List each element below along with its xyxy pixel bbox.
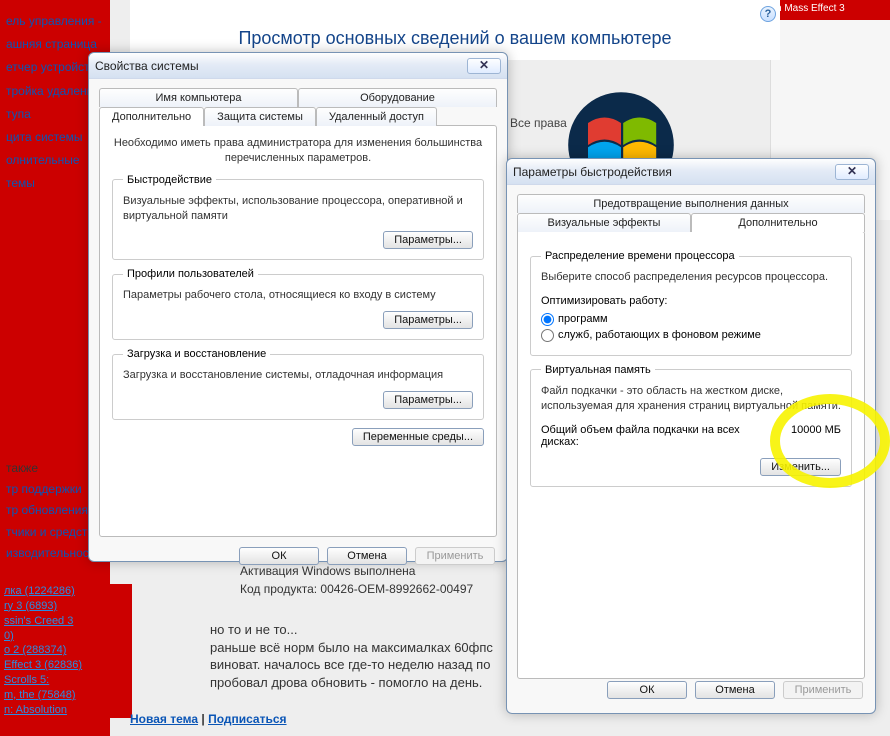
radio-programs-label: программ: [558, 313, 608, 325]
profiles-settings-button[interactable]: Параметры...: [383, 311, 473, 329]
optimize-label: Оптимизировать работу:: [541, 295, 841, 307]
env-vars-button[interactable]: Переменные среды...: [352, 428, 484, 446]
tab-row-1: Имя компьютера Оборудование: [89, 79, 507, 106]
radio-services-input[interactable]: [541, 329, 554, 342]
tab-advanced[interactable]: Дополнительно: [99, 107, 204, 126]
game-link[interactable]: ry 3 (6893): [2, 599, 132, 614]
close-button[interactable]: ✕: [467, 58, 501, 74]
title-fragment-game: n Mass Effect 3: [770, 0, 890, 20]
text-line: но то и не то...: [210, 621, 510, 639]
forum-post-fragment: но то и не то... раньше всё норм было на…: [210, 621, 510, 691]
game-link[interactable]: лка (1224286): [2, 584, 132, 599]
vmem-desc: Файл подкачки - это область на жестком д…: [541, 384, 841, 414]
tab-row-2: Визуальные эффекты Дополнительно: [507, 212, 875, 231]
tab-dep[interactable]: Предотвращение выполнения данных: [517, 194, 865, 213]
admin-note: Необходимо иметь права администратора дл…: [112, 136, 484, 166]
tab-panel-advanced: Необходимо иметь права администратора дл…: [99, 125, 497, 537]
tab-row-2: Дополнительно Защита системы Удаленный д…: [89, 106, 507, 125]
change-pagefile-button[interactable]: Изменить...: [760, 458, 841, 476]
ok-button[interactable]: ОК: [239, 547, 319, 565]
cpu-desc: Выберите способ распределения ресурсов п…: [541, 270, 841, 285]
game-link[interactable]: ssin's Creed 3: [2, 614, 132, 629]
dialog-title: Параметры быстродействия: [513, 165, 835, 179]
tab-advanced[interactable]: Дополнительно: [691, 213, 865, 232]
page-title: Просмотр основных сведений о вашем компь…: [130, 0, 780, 60]
rights-text: Все права: [510, 116, 567, 130]
cancel-button[interactable]: Отмена: [695, 681, 775, 699]
text-line: раньше всё норм было на максималках 60фп…: [210, 639, 510, 657]
bottom-links: Новая тема | Подписаться: [130, 712, 287, 726]
pagefile-total-value: 10000 МБ: [791, 424, 841, 436]
radio-services-label: служб, работающих в фоновом режиме: [558, 329, 761, 341]
dialog-title: Свойства системы: [95, 59, 467, 73]
system-properties-dialog: Свойства системы ✕ Имя компьютера Оборуд…: [88, 52, 508, 562]
game-link[interactable]: 0): [2, 629, 132, 644]
profiles-legend: Профили пользователей: [123, 268, 258, 280]
new-topic-link[interactable]: Новая тема: [130, 712, 198, 726]
apply-button[interactable]: Применить: [783, 681, 863, 699]
cpu-scheduling-group: Распределение времени процессора Выберит…: [530, 250, 852, 356]
startup-desc: Загрузка и восстановление системы, отлад…: [123, 368, 473, 383]
game-link[interactable]: Effect 3 (62836): [2, 658, 132, 673]
ok-button[interactable]: ОК: [607, 681, 687, 699]
performance-settings-button[interactable]: Параметры...: [383, 231, 473, 249]
tab-panel-advanced: Распределение времени процессора Выберит…: [517, 231, 865, 679]
pagefile-total-label: Общий объем файла подкачки на всех диска…: [541, 424, 751, 448]
profiles-group: Профили пользователей Параметры рабочего…: [112, 268, 484, 340]
help-icon[interactable]: ?: [760, 6, 776, 22]
radio-programs[interactable]: программ: [541, 313, 608, 326]
text-line: пробовал дрова обновить - помогло на ден…: [210, 674, 510, 692]
tab-system-protection[interactable]: Защита системы: [204, 107, 316, 126]
dialog-buttons: ОК Отмена Применить: [89, 537, 507, 575]
product-key: Код продукта: 00426-OEM-8992662-00497: [240, 580, 473, 598]
game-link[interactable]: Scrolls 5:: [2, 673, 132, 688]
titlebar[interactable]: Параметры быстродействия ✕: [507, 159, 875, 185]
dialog-buttons: ОК Отмена Применить: [595, 671, 875, 709]
close-button[interactable]: ✕: [835, 164, 869, 180]
game-link[interactable]: m, the (75848): [2, 688, 132, 703]
titlebar[interactable]: Свойства системы ✕: [89, 53, 507, 79]
startup-settings-button[interactable]: Параметры...: [383, 391, 473, 409]
cancel-button[interactable]: Отмена: [327, 547, 407, 565]
tab-row-1: Предотвращение выполнения данных: [507, 185, 875, 212]
performance-desc: Визуальные эффекты, использование процес…: [123, 194, 473, 224]
tab-visual-effects[interactable]: Визуальные эффекты: [517, 213, 691, 232]
performance-group: Быстродействие Визуальные эффекты, испол…: [112, 174, 484, 261]
tab-computer-name[interactable]: Имя компьютера: [99, 88, 298, 107]
subscribe-link[interactable]: Подписаться: [208, 712, 286, 726]
virtual-memory-group: Виртуальная память Файл подкачки - это о…: [530, 364, 852, 487]
radio-services[interactable]: служб, работающих в фоновом режиме: [541, 329, 761, 342]
performance-options-dialog: Параметры быстродействия ✕ Предотвращени…: [506, 158, 876, 714]
cpu-legend: Распределение времени процессора: [541, 250, 739, 262]
game-links: лка (1224286) ry 3 (6893) ssin's Creed 3…: [2, 584, 132, 718]
tab-hardware[interactable]: Оборудование: [298, 88, 497, 107]
profiles-desc: Параметры рабочего стола, относящиеся ко…: [123, 288, 473, 303]
startup-group: Загрузка и восстановление Загрузка и вос…: [112, 348, 484, 420]
text-line: виноват. началось все где-то неделю наза…: [210, 656, 510, 674]
game-link[interactable]: n: Absolution: [2, 703, 132, 718]
apply-button[interactable]: Применить: [415, 547, 495, 565]
performance-legend: Быстродействие: [123, 174, 216, 186]
radio-programs-input[interactable]: [541, 313, 554, 326]
vmem-legend: Виртуальная память: [541, 364, 655, 376]
game-link[interactable]: o 2 (288374): [2, 643, 132, 658]
tab-remote[interactable]: Удаленный доступ: [316, 107, 437, 126]
startup-legend: Загрузка и восстановление: [123, 348, 270, 360]
